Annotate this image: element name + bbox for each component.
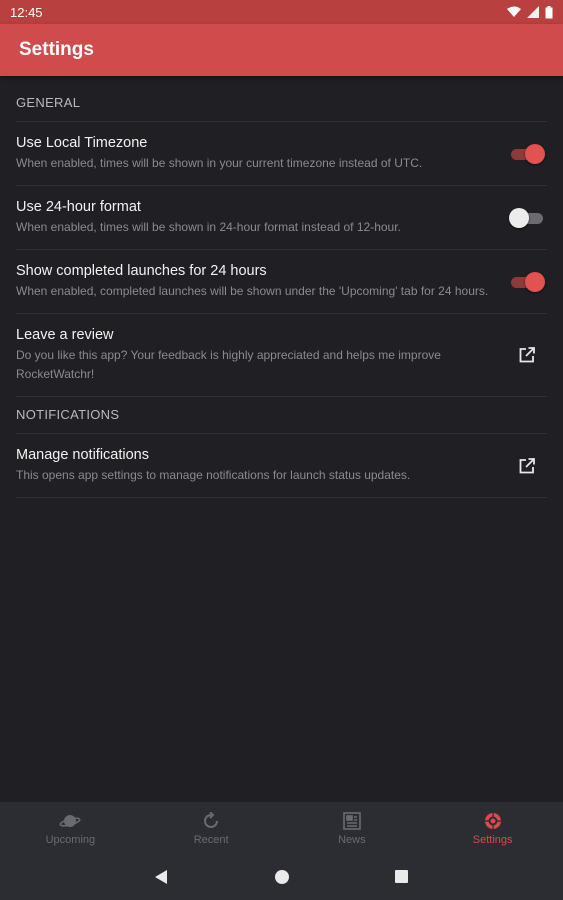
setting-description: Do you like this app? Your feedback is h…: [16, 348, 441, 381]
setting-completed-launches[interactable]: Show completed launches for 24 hours Whe…: [16, 249, 547, 313]
setting-description: When enabled, times will be shown in 24-…: [16, 220, 401, 234]
setting-title: Leave a review: [16, 327, 114, 343]
nav-upcoming[interactable]: Upcoming: [0, 802, 141, 854]
setting-title: Manage notifications: [16, 447, 149, 463]
section-header-general: GENERAL: [16, 95, 81, 110]
completed-launches-toggle[interactable]: [509, 271, 545, 292]
back-icon[interactable]: [154, 869, 168, 885]
planet-icon: [59, 815, 81, 827]
settings-list: GENERAL Use Local Timezone When enabled,…: [0, 76, 563, 802]
setting-leave-review[interactable]: Leave a review Do you like this app? You…: [16, 313, 547, 396]
setting-description: When enabled, completed launches will be…: [16, 284, 489, 298]
app-bar: Settings: [0, 24, 563, 76]
status-bar: 12:45: [0, 0, 563, 24]
setting-description: This opens app settings to manage notifi…: [16, 468, 411, 482]
setting-description: When enabled, times will be shown in you…: [16, 156, 423, 170]
setting-title: Show completed launches for 24 hours: [16, 263, 267, 279]
setting-local-timezone[interactable]: Use Local Timezone When enabled, times w…: [16, 121, 547, 185]
home-icon[interactable]: [274, 869, 290, 885]
recents-icon[interactable]: [394, 869, 409, 884]
nav-settings[interactable]: Settings: [422, 802, 563, 854]
system-navigation-bar: [0, 854, 563, 900]
nav-label: Recent: [193, 834, 229, 846]
wifi-icon: [507, 6, 521, 17]
status-time: 12:45: [10, 4, 43, 20]
section-header-notifications: NOTIFICATIONS: [16, 407, 120, 422]
24-hour-format-toggle[interactable]: [509, 207, 545, 228]
page-title: Settings: [19, 39, 94, 60]
bottom-navigation: Upcoming Recent News Settings: [0, 802, 563, 854]
nav-news[interactable]: News: [282, 802, 423, 854]
newspaper-icon: [343, 812, 361, 830]
nav-label: Settings: [472, 834, 513, 846]
setting-title: Use 24-hour format: [16, 199, 141, 215]
setting-title: Use Local Timezone: [16, 135, 148, 151]
nav-recent[interactable]: Recent: [141, 802, 282, 854]
signal-icon: [527, 6, 539, 18]
settings-icon: [484, 813, 501, 829]
nav-label: Upcoming: [45, 834, 96, 846]
battery-icon: [545, 5, 553, 18]
open-external-icon[interactable]: [517, 345, 537, 365]
local-timezone-toggle[interactable]: [509, 143, 545, 164]
setting-manage-notifications[interactable]: Manage notifications This opens app sett…: [16, 433, 547, 497]
refresh-icon: [204, 812, 219, 828]
open-external-icon[interactable]: [517, 456, 537, 476]
status-icons: [507, 5, 553, 19]
list-end-divider: [16, 497, 547, 498]
setting-24-hour-format[interactable]: Use 24-hour format When enabled, times w…: [16, 185, 547, 249]
nav-label: News: [338, 834, 366, 846]
